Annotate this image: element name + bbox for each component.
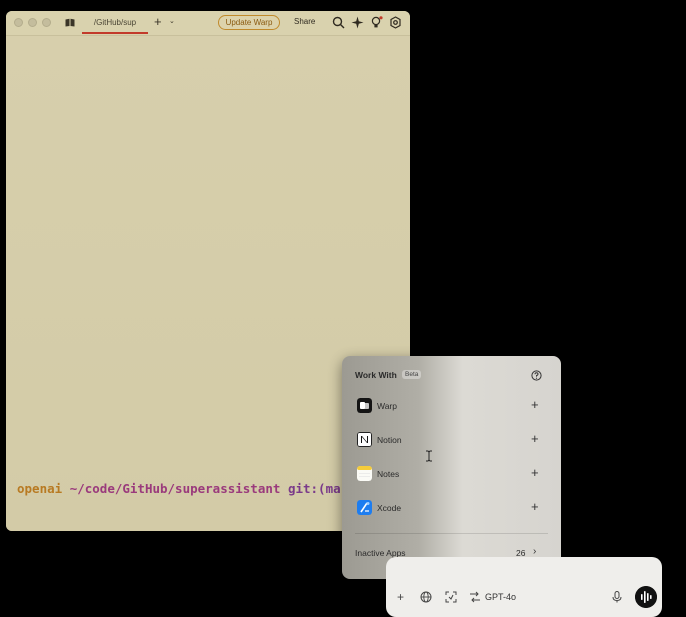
app-label: Notion <box>377 435 402 445</box>
add-button[interactable]: + <box>397 591 404 603</box>
close-window-button[interactable] <box>14 18 23 27</box>
active-tab-indicator <box>82 32 148 34</box>
chevron-down-icon[interactable]: ⌄ <box>169 17 175 25</box>
zoom-window-button[interactable] <box>42 18 51 27</box>
prompt-path: ~/code/GitHub/superassistant <box>69 481 281 496</box>
sparkle-icon[interactable] <box>351 16 364 29</box>
help-icon[interactable] <box>531 370 542 381</box>
globe-icon[interactable] <box>420 591 432 603</box>
terminal-prompt[interactable]: openai ~/code/GitHub/superassistant git:… <box>17 481 341 496</box>
prompt-git-branch: git:(ma <box>287 481 341 496</box>
add-app-button[interactable]: + <box>531 431 539 447</box>
app-row-warp[interactable]: Warp + <box>342 395 561 417</box>
search-icon[interactable] <box>332 16 345 29</box>
app-label: Notes <box>377 469 400 479</box>
divider <box>355 533 548 534</box>
share-button[interactable]: Share <box>294 17 315 26</box>
model-selector[interactable]: GPT-4o <box>485 592 516 602</box>
settings-icon[interactable] <box>389 16 402 29</box>
add-app-button[interactable]: + <box>531 465 539 481</box>
notes-icon <box>357 466 372 481</box>
chevron-right-icon[interactable]: › <box>533 546 536 557</box>
app-row-notion[interactable]: Notion + <box>342 429 561 451</box>
tab-current[interactable]: /GitHub/sup <box>82 11 148 34</box>
assistant-input-bar: + GPT-4o <box>386 557 662 617</box>
work-with-popover: Work With Beta Warp + Notion + Notes + X… <box>342 356 561 579</box>
lightbulb-icon[interactable] <box>370 16 383 29</box>
title-bar: /GitHub/sup + ⌄ Update Warp Share <box>6 11 410 36</box>
new-tab-button[interactable]: + <box>154 14 162 30</box>
app-row-xcode[interactable]: Xcode + <box>342 497 561 519</box>
beta-badge: Beta <box>402 370 422 379</box>
popover-title: Work With <box>355 370 397 380</box>
add-app-button[interactable]: + <box>531 499 539 515</box>
microphone-icon[interactable] <box>612 591 622 603</box>
app-label: Warp <box>377 401 397 411</box>
text-cursor-icon <box>426 450 432 462</box>
app-label: Xcode <box>377 503 402 513</box>
app-row-notes[interactable]: Notes + <box>342 463 561 485</box>
add-app-button[interactable]: + <box>531 397 539 413</box>
book-icon[interactable] <box>65 18 75 27</box>
xcode-icon <box>357 500 372 515</box>
model-switch-icon[interactable] <box>469 591 481 603</box>
update-warp-button[interactable]: Update Warp <box>218 15 280 30</box>
prompt-user: openai <box>17 481 63 496</box>
voice-mode-button[interactable] <box>635 586 657 608</box>
warp-icon <box>357 398 372 413</box>
work-with-apps-icon[interactable] <box>445 591 457 603</box>
notion-icon <box>357 432 372 447</box>
minimize-window-button[interactable] <box>28 18 37 27</box>
